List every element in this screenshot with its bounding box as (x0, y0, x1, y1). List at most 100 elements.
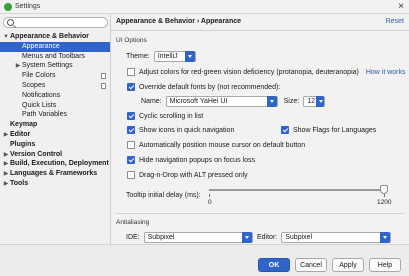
font-name-select[interactable]: Microsoft YaHei UI (165, 96, 278, 107)
chevron-down-icon (266, 96, 277, 107)
close-icon[interactable]: × (398, 1, 404, 13)
hide-popups-row: Hide navigation popups on focus loss (127, 156, 255, 164)
ide-aa-row: IDE: Subpixel (126, 232, 253, 243)
sidebar-item-label: Plugins (10, 140, 36, 148)
auto-mouse-row: Automatically position mouse cursor on d… (127, 141, 305, 149)
chevron-down-icon (316, 96, 325, 107)
ui-options-title: UI Options (116, 37, 147, 44)
drag-n-drop-row: Drag-n-Drop with ALT pressed only (127, 171, 248, 179)
editor-aa-value: Subpixel (285, 234, 313, 241)
font-name-value: Microsoft YaHei UI (169, 98, 228, 105)
sidebar-item[interactable]: Menus and Toolbars (0, 52, 110, 62)
sidebar-item[interactable]: Plugins (0, 140, 110, 150)
show-icons-label: Show icons in quick navigation (139, 126, 235, 134)
content-header: Appearance & Behavior › Appearance Reset (111, 14, 409, 31)
window-title: Settings (15, 3, 41, 10)
theme-value: IntelliJ (157, 53, 178, 60)
reset-link[interactable]: Reset (386, 18, 404, 25)
adjust-colors-checkbox[interactable] (127, 68, 135, 76)
chevron-down-icon (380, 232, 391, 243)
ide-aa-value: Subpixel (147, 234, 175, 241)
cyclic-scrolling-row: Cyclic scrolling in list (127, 112, 203, 120)
settings-content: Appearance & Behavior › Appearance Reset… (111, 14, 409, 244)
sidebar-item-label: Quick Lists (22, 101, 57, 109)
cyclic-scrolling-checkbox[interactable] (127, 112, 135, 120)
sidebar-item-label: File Colors (22, 72, 56, 80)
divider (116, 213, 404, 214)
settings-tree: ▼Appearance & Behavior Appearance Menus an… (0, 32, 110, 189)
theme-select[interactable]: IntelliJ (153, 51, 196, 62)
theme-label: Theme: (126, 53, 150, 60)
sidebar-item-label: Build, Execution, Deployment (10, 160, 109, 168)
override-fonts-checkbox[interactable] (127, 83, 135, 91)
drag-n-drop-checkbox[interactable] (127, 171, 135, 179)
copy-icon (101, 73, 106, 80)
copy-icon (101, 82, 106, 89)
theme-row: Theme: IntelliJ (126, 51, 196, 62)
ide-aa-select[interactable]: Subpixel (143, 232, 253, 243)
app-icon (4, 2, 12, 11)
sidebar-item[interactable]: ▶ Editor (0, 130, 110, 140)
ok-button[interactable]: OK (258, 258, 290, 272)
sidebar-item[interactable]: File Colors (0, 71, 110, 81)
apply-button[interactable]: Apply (332, 258, 364, 272)
font-name-label: Name: (141, 98, 162, 105)
sidebar-item-label: Tools (10, 179, 29, 187)
cyclic-scrolling-label: Cyclic scrolling in list (139, 112, 204, 120)
chevron-right-icon[interactable]: ▶ (2, 180, 10, 190)
adjust-colors-label: Adjust colors for red-green vision defic… (139, 68, 359, 76)
tooltip-delay-label: Tooltip initial delay (ms): (126, 192, 201, 199)
sidebar-item-label: Appearance & Behavior (10, 33, 89, 40)
sidebar-item[interactable]: ▶ Version Control (0, 150, 110, 160)
sidebar-item[interactable]: Appearance (0, 41, 110, 52)
tooltip-delay-track[interactable] (209, 189, 385, 191)
breadcrumb: Appearance & Behavior › Appearance (116, 18, 242, 25)
help-button[interactable]: Help (369, 258, 401, 272)
show-icons-checkbox[interactable] (127, 126, 135, 134)
sidebar-item-label: Keymap (10, 121, 38, 129)
search-icon (7, 19, 14, 26)
slider-tick (384, 194, 385, 197)
override-fonts-row: Override default fonts by (not recommend… (127, 83, 280, 91)
tooltip-delay-slider-thumb[interactable] (380, 185, 388, 194)
sidebar-item[interactable]: Notifications (0, 91, 110, 101)
settings-sidebar: ▼Appearance & Behavior Appearance Menus an… (0, 14, 111, 244)
sidebar-item-label: Notifications (22, 91, 61, 99)
tooltip-max-label: 1200 (377, 199, 392, 206)
hide-popups-label: Hide navigation popups on focus loss (139, 156, 255, 164)
search-input[interactable] (3, 17, 108, 28)
sidebar-item[interactable]: Quick Lists (0, 101, 110, 111)
font-size-label: Size: (283, 98, 300, 105)
sidebar-item[interactable]: Scopes (0, 81, 110, 91)
font-row: Name: Microsoft YaHei UI Size: 12 (141, 96, 326, 107)
sidebar-item[interactable]: ▶ Build, Execution, Deployment (0, 159, 110, 169)
slider-tick (209, 194, 210, 197)
sidebar-item-label: Scopes (22, 81, 46, 89)
show-flags-checkbox[interactable] (281, 126, 289, 134)
drag-n-drop-label: Drag-n-Drop with ALT pressed only (139, 171, 248, 179)
sidebar-item[interactable]: Path Variables (0, 110, 110, 120)
font-size-select[interactable]: 12 (303, 96, 326, 107)
chevron-down-icon (241, 232, 252, 243)
dialog-buttons: OK Cancel Apply Help (0, 244, 409, 276)
antialiasing-title: Antialiasing (116, 219, 150, 226)
editor-aa-select[interactable]: Subpixel (281, 232, 392, 243)
tooltip-min-label: 0 (208, 199, 212, 206)
title-bar: Settings × (0, 0, 409, 14)
show-flags-row: Show Flags for Languages (281, 126, 376, 134)
sidebar-item[interactable]: ▶ Tools (0, 179, 110, 189)
show-flags-label: Show Flags for Languages (293, 126, 377, 134)
auto-mouse-checkbox[interactable] (127, 141, 135, 149)
sidebar-item[interactable]: Keymap (0, 120, 110, 130)
sidebar-item-label: Path Variables (22, 111, 68, 119)
sidebar-item[interactable]: ▼Appearance & Behavior (0, 32, 110, 42)
sidebar-item-label: Version Control (10, 150, 63, 158)
sidebar-item[interactable]: ▶ Languages & Frameworks (0, 169, 110, 179)
ide-aa-label: IDE: (126, 234, 140, 241)
auto-mouse-label: Automatically position mouse cursor on d… (139, 141, 306, 149)
sidebar-item[interactable]: ▶ System Settings (0, 61, 110, 71)
chevron-down-icon (184, 51, 195, 62)
hide-popups-checkbox[interactable] (127, 156, 135, 164)
cancel-button[interactable]: Cancel (295, 258, 327, 272)
how-it-works-link[interactable]: How it works (366, 69, 406, 76)
